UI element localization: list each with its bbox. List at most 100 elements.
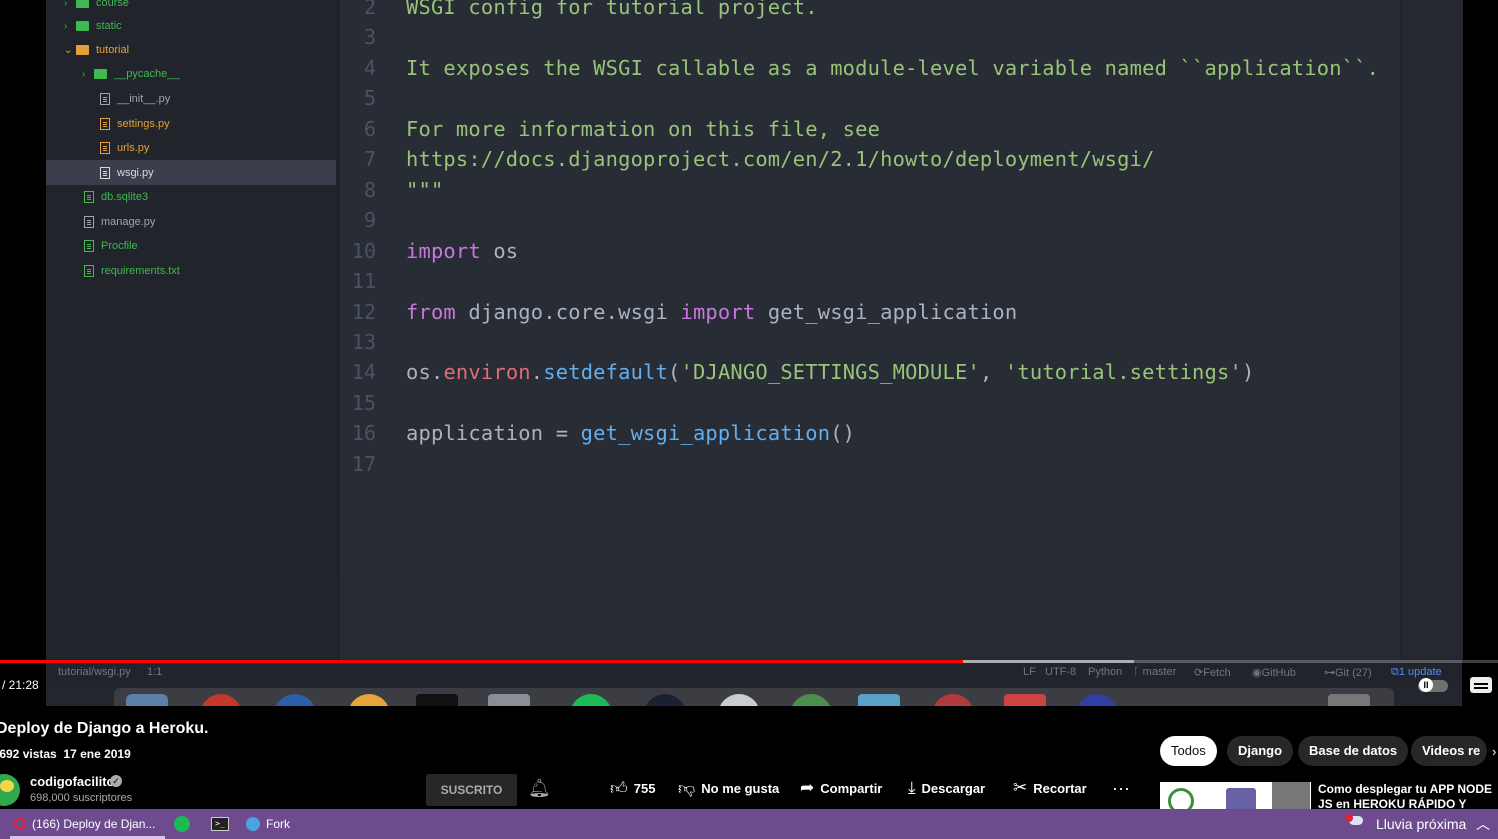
- recommendation-thumbnail[interactable]: [1160, 782, 1311, 809]
- file-icon: [100, 142, 110, 154]
- thumbs-down-icon: 👎︎: [678, 779, 696, 798]
- weather-text[interactable]: Lluvia próxima: [1376, 816, 1466, 832]
- view-count: ,692 vistas: [0, 747, 57, 761]
- file-tree-item[interactable]: requirements.txt: [84, 259, 180, 283]
- status-fetch[interactable]: ⟳Fetch: [1194, 666, 1231, 679]
- file-tree-item[interactable]: __init__.py: [100, 87, 170, 111]
- line-number: 3: [363, 25, 376, 50]
- chevron-up-icon[interactable]: ︿: [1476, 814, 1490, 834]
- git-icon: ⊶: [1324, 667, 1335, 679]
- subscribe-button[interactable]: SUSCRITO: [426, 774, 517, 806]
- fork-app-icon: [246, 817, 260, 831]
- status-branch[interactable]: ᚴ master: [1133, 666, 1176, 678]
- video-player[interactable]: › course › static ⌄ tutorial › __pycache__ __ini…: [0, 0, 1498, 706]
- presenter-image: [1272, 782, 1310, 809]
- taskbar-item-terminal[interactable]: >_: [211, 809, 229, 839]
- file-icon: [100, 93, 110, 105]
- folder-icon: [76, 0, 89, 8]
- terminal-icon[interactable]: [416, 694, 458, 706]
- line-number: 16: [351, 421, 376, 446]
- chip-all[interactable]: Todos: [1160, 736, 1217, 766]
- line-number: 10: [351, 238, 376, 263]
- chevron-right-icon[interactable]: ›: [1492, 744, 1496, 759]
- status-cursor[interactable]: 1:1: [147, 666, 162, 678]
- code-line[interactable]: os.environ.setdefault('DJANGO_SETTINGS_M…: [406, 360, 1254, 384]
- file-tree-item[interactable]: db.sqlite3: [84, 185, 148, 209]
- notification-bell-icon[interactable]: 🔔︎: [528, 778, 551, 800]
- spotify-icon[interactable]: [570, 694, 612, 706]
- opera-icon: [14, 818, 26, 830]
- file-tree-item[interactable]: › course: [64, 0, 129, 15]
- app-icon-navy[interactable]: [1076, 694, 1118, 706]
- app-icon-pdf[interactable]: [1004, 694, 1046, 706]
- file-tree-item[interactable]: settings.py: [100, 112, 170, 136]
- status-github[interactable]: ◉GitHub: [1252, 666, 1296, 679]
- file-tree-item[interactable]: urls.py: [100, 136, 149, 160]
- taskbar-item-spotify[interactable]: [174, 809, 190, 839]
- verified-icon: ✓: [110, 775, 122, 787]
- status-git[interactable]: ⊶Git (27): [1324, 666, 1372, 679]
- app-icon-green[interactable]: [790, 694, 832, 706]
- code-line[interactable]: It exposes the WSGI callable as a module…: [406, 56, 1379, 80]
- subtitles-icon[interactable]: [1470, 677, 1492, 693]
- thumbs-up-icon: 👍︎: [610, 779, 628, 798]
- like-button[interactable]: 👍︎ 755: [610, 778, 655, 799]
- editor-empty-area: [340, 575, 1400, 660]
- code-editor[interactable]: [340, 0, 1400, 575]
- more-actions-button[interactable]: ···: [1112, 778, 1130, 799]
- status-update[interactable]: ⧉1 update: [1391, 666, 1442, 679]
- taskbar-item-browser[interactable]: (166) Deploy de Djan...: [14, 809, 164, 839]
- app-icon-globe[interactable]: [274, 694, 316, 706]
- app-icon-blue[interactable]: [858, 694, 900, 706]
- line-number: 5: [363, 86, 376, 111]
- code-line[interactable]: from django.core.wsgi import get_wsgi_ap…: [406, 300, 1017, 324]
- file-tree-label: requirements.txt: [101, 265, 180, 277]
- file-tree-selection: [46, 160, 336, 185]
- file-icon: [84, 216, 94, 228]
- app-icon-red2[interactable]: [932, 694, 974, 706]
- code-line[interactable]: WSGI config for tutorial project.: [406, 0, 818, 19]
- status-grammar[interactable]: Python: [1088, 666, 1122, 678]
- file-tree-item[interactable]: › static: [64, 14, 122, 38]
- app-icon-dark[interactable]: [644, 694, 686, 706]
- chrome-icon[interactable]: [348, 694, 390, 706]
- download-button[interactable]: ⤓ Descargar: [908, 778, 985, 798]
- finder-icon[interactable]: [126, 694, 168, 706]
- file-tree-label: __init__.py: [117, 93, 171, 105]
- app-icon-gray[interactable]: [488, 694, 530, 706]
- file-tree-item[interactable]: wsgi.py: [100, 161, 154, 185]
- recommendation-title[interactable]: Como desplegar tu APP NODE JS en HEROKU …: [1318, 782, 1498, 809]
- file-tree-item[interactable]: ⌄ tutorial: [64, 38, 129, 62]
- file-tree-item[interactable]: manage.py: [84, 210, 155, 234]
- chip-django[interactable]: Django: [1227, 736, 1294, 766]
- progress-played: [0, 660, 964, 663]
- dislike-button[interactable]: 👎︎ No me gusta: [678, 778, 779, 799]
- chevron-right-icon: ›: [64, 20, 68, 32]
- status-line-ending[interactable]: LF: [1023, 666, 1036, 678]
- status-file-path[interactable]: tutorial/wsgi.py: [58, 666, 131, 678]
- trash-icon[interactable]: [1328, 694, 1370, 706]
- share-button[interactable]: ➦ Compartir: [800, 778, 882, 798]
- editor-right-panel: [1400, 0, 1463, 660]
- app-icon-light[interactable]: [718, 694, 760, 706]
- autoplay-toggle[interactable]: [1418, 678, 1448, 692]
- channel-avatar[interactable]: [0, 774, 20, 806]
- code-line[interactable]: https://docs.djangoproject.com/en/2.1/ho…: [406, 147, 1155, 171]
- taskbar-item-fork[interactable]: Fork: [246, 809, 290, 839]
- chip-related[interactable]: Videos re: [1411, 736, 1487, 766]
- upload-date: 17 ene 2019: [63, 747, 131, 761]
- line-number: 2: [363, 0, 376, 19]
- status-encoding[interactable]: UTF-8: [1045, 666, 1076, 678]
- code-line[interactable]: application = get_wsgi_application(): [406, 421, 855, 445]
- app-icon-red[interactable]: [200, 694, 242, 706]
- code-line[interactable]: """: [406, 178, 443, 202]
- line-number: 4: [363, 55, 376, 80]
- code-line[interactable]: For more information on this file, see: [406, 117, 880, 141]
- clip-button[interactable]: ✂ Recortar: [1013, 778, 1087, 798]
- file-tree-item[interactable]: Procfile: [84, 234, 138, 258]
- channel-name[interactable]: codigofacilito: [30, 774, 115, 789]
- file-tree-item[interactable]: › __pycache__: [82, 62, 179, 86]
- chip-database[interactable]: Base de datos: [1298, 736, 1409, 766]
- code-line[interactable]: import os: [406, 239, 518, 263]
- file-tree-label: tutorial: [96, 44, 130, 56]
